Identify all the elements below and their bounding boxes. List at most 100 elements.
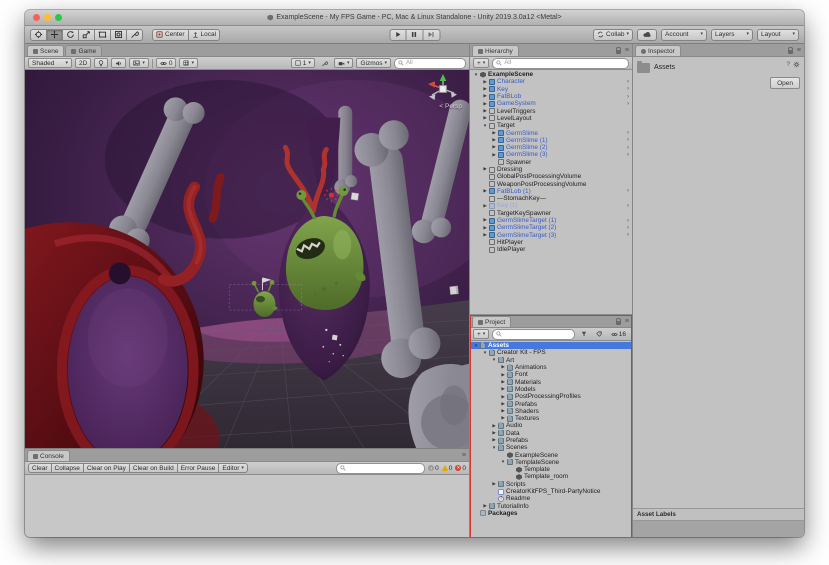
tab-hierarchy[interactable]: Hierarchy (472, 45, 519, 56)
gizmos-dropdown[interactable]: Gizmos ▾ (356, 58, 391, 68)
zoom-window-button[interactable] (55, 14, 62, 21)
expand-arrow-icon[interactable]: ▼ (472, 343, 480, 348)
hierarchy-row[interactable]: HitPlayer (470, 239, 632, 246)
prefab-chevron-icon[interactable]: › (627, 188, 632, 194)
project-row[interactable]: ▶ Models (470, 385, 632, 393)
expand-arrow-icon[interactable]: ▶ (481, 203, 489, 208)
cloud-button[interactable] (637, 28, 657, 41)
expand-arrow-icon[interactable]: ▶ (499, 394, 507, 399)
project-row[interactable]: ▼ Creator Kit - FPS (470, 349, 632, 356)
gear-icon[interactable] (793, 61, 800, 68)
rect-tool-button[interactable] (95, 28, 111, 41)
project-row[interactable]: ▶ Textures (470, 414, 632, 422)
hierarchy-row[interactable]: ▶ GermSlimeTarget (1) › (470, 217, 632, 224)
project-row[interactable]: ▶ Audio (470, 422, 632, 429)
expand-arrow-icon[interactable]: ▶ (490, 423, 498, 428)
console-clear-button[interactable]: Clear (28, 463, 52, 473)
hierarchy-row[interactable]: ▶ LevelLayout (470, 115, 632, 122)
scene-viewport[interactable]: < Persp (25, 70, 469, 448)
project-row[interactable]: ▼ Assets (470, 342, 632, 350)
prefab-chevron-icon[interactable]: › (627, 218, 632, 224)
play-button[interactable] (389, 28, 406, 41)
hierarchy-row[interactable]: ▶ GermSlimeTarget (3) › (470, 232, 632, 239)
open-button[interactable]: Open (770, 77, 800, 89)
scene-visibility-toggle[interactable]: 0 (155, 58, 177, 68)
lock-icon[interactable] (787, 46, 793, 54)
layers-dropdown[interactable]: Layers ▾ (711, 28, 753, 41)
expand-arrow-icon[interactable]: ▼ (490, 357, 498, 362)
console-error-pause-button[interactable]: Error Pause (177, 463, 220, 473)
audio-toggle[interactable] (111, 58, 127, 68)
expand-arrow-icon[interactable]: ▶ (490, 130, 498, 135)
expand-arrow-icon[interactable]: ▶ (481, 503, 489, 508)
hierarchy-row[interactable]: ▶ GameSystem › (470, 100, 632, 107)
project-row[interactable]: ▶ Data (470, 429, 632, 437)
asset-labels-bar[interactable]: Asset Labels (633, 508, 804, 521)
expand-arrow-icon[interactable]: ▶ (499, 365, 507, 370)
project-row[interactable]: CreatorKitFPS_Third-PartyNotice (470, 488, 632, 495)
expand-arrow-icon[interactable]: ▶ (499, 408, 507, 413)
prefab-chevron-icon[interactable]: › (627, 232, 632, 238)
hierarchy-create-button[interactable]: + ▾ (473, 58, 490, 68)
search-by-label-button[interactable] (593, 329, 605, 339)
tab-console[interactable]: Console (27, 450, 70, 461)
move-tool-button[interactable] (47, 28, 63, 41)
snap-settings-dropdown[interactable]: 1 ▾ (290, 58, 315, 68)
search-by-type-button[interactable] (578, 329, 590, 339)
scene-search-input[interactable]: All (394, 57, 466, 69)
grid-dropdown[interactable]: ▾ (179, 58, 198, 68)
pause-button[interactable] (406, 28, 423, 41)
project-row[interactable]: ▼ TemplateScene (470, 458, 632, 466)
project-row[interactable]: ? Readme (470, 495, 632, 502)
console-editor-button[interactable]: Editor ▾ (219, 463, 248, 473)
hierarchy-row[interactable]: ▶ GermSlimeTarget (2) › (470, 224, 632, 231)
step-button[interactable] (423, 28, 440, 41)
collab-button[interactable]: Collab ▾ (593, 28, 633, 41)
expand-arrow-icon[interactable]: ▶ (490, 481, 498, 486)
expand-arrow-icon[interactable]: ▼ (490, 445, 498, 450)
expand-arrow-icon[interactable]: ▶ (499, 379, 507, 384)
tab-project[interactable]: Project (472, 316, 512, 327)
custom-tool-button[interactable] (127, 28, 143, 41)
expand-arrow-icon[interactable]: ▶ (499, 386, 507, 391)
expand-arrow-icon[interactable]: ▶ (481, 108, 489, 113)
console-collapse-button[interactable]: Collapse (51, 463, 84, 473)
error-count-toggle[interactable]: ✕ 0 (455, 465, 466, 472)
lock-icon[interactable] (615, 46, 621, 54)
help-icon[interactable]: ? (786, 61, 790, 68)
project-row[interactable]: ▶ Font (470, 371, 632, 378)
expand-arrow-icon[interactable]: ▶ (499, 416, 507, 421)
project-row[interactable]: ExampleScene (470, 451, 632, 459)
project-search-input[interactable] (492, 328, 575, 340)
expand-arrow-icon[interactable]: ▼ (481, 350, 489, 355)
transform-tool-button[interactable] (111, 28, 127, 41)
project-row[interactable]: ▶ PostProcessingProfiles (470, 393, 632, 400)
console-menu-icon[interactable]: ≡ (462, 452, 466, 459)
hierarchy-menu-icon[interactable]: ≡ (625, 47, 629, 54)
console-clear-on-build-button[interactable]: Clear on Build (129, 463, 178, 473)
expand-arrow-icon[interactable]: ▼ (499, 459, 507, 464)
expand-arrow-icon[interactable]: ▶ (481, 79, 489, 84)
expand-arrow-icon[interactable]: ▶ (490, 430, 498, 435)
pivot-center-button[interactable]: Center (152, 28, 189, 41)
x-axis-cone[interactable] (428, 81, 435, 88)
project-row[interactable]: Packages (470, 510, 632, 517)
minimize-window-button[interactable] (44, 14, 51, 21)
tab-scene[interactable]: Scene (27, 45, 65, 56)
hierarchy-row[interactable]: ▶ GermSlime › (470, 129, 632, 137)
lock-icon[interactable] (615, 317, 621, 325)
expand-arrow-icon[interactable]: ▶ (481, 232, 489, 237)
prefab-chevron-icon[interactable]: › (627, 79, 632, 85)
hierarchy-row[interactable]: GlobalPostProcessingVolume (470, 173, 632, 180)
expand-arrow-icon[interactable]: ▼ (481, 123, 489, 128)
project-row[interactable]: Template_room (470, 473, 632, 480)
expand-arrow-icon[interactable]: ▶ (481, 86, 489, 91)
hierarchy-search-input[interactable]: All (492, 57, 629, 69)
expand-arrow-icon[interactable]: ▶ (481, 94, 489, 99)
prefab-chevron-icon[interactable]: › (627, 130, 632, 136)
console-search-input[interactable] (335, 462, 426, 474)
hierarchy-row[interactable]: ▼ ExampleScene (470, 71, 632, 78)
hierarchy-row[interactable]: ▶ FatBLob (1) › (470, 188, 632, 195)
expand-arrow-icon[interactable]: ▶ (481, 167, 489, 172)
close-window-button[interactable] (33, 14, 40, 21)
